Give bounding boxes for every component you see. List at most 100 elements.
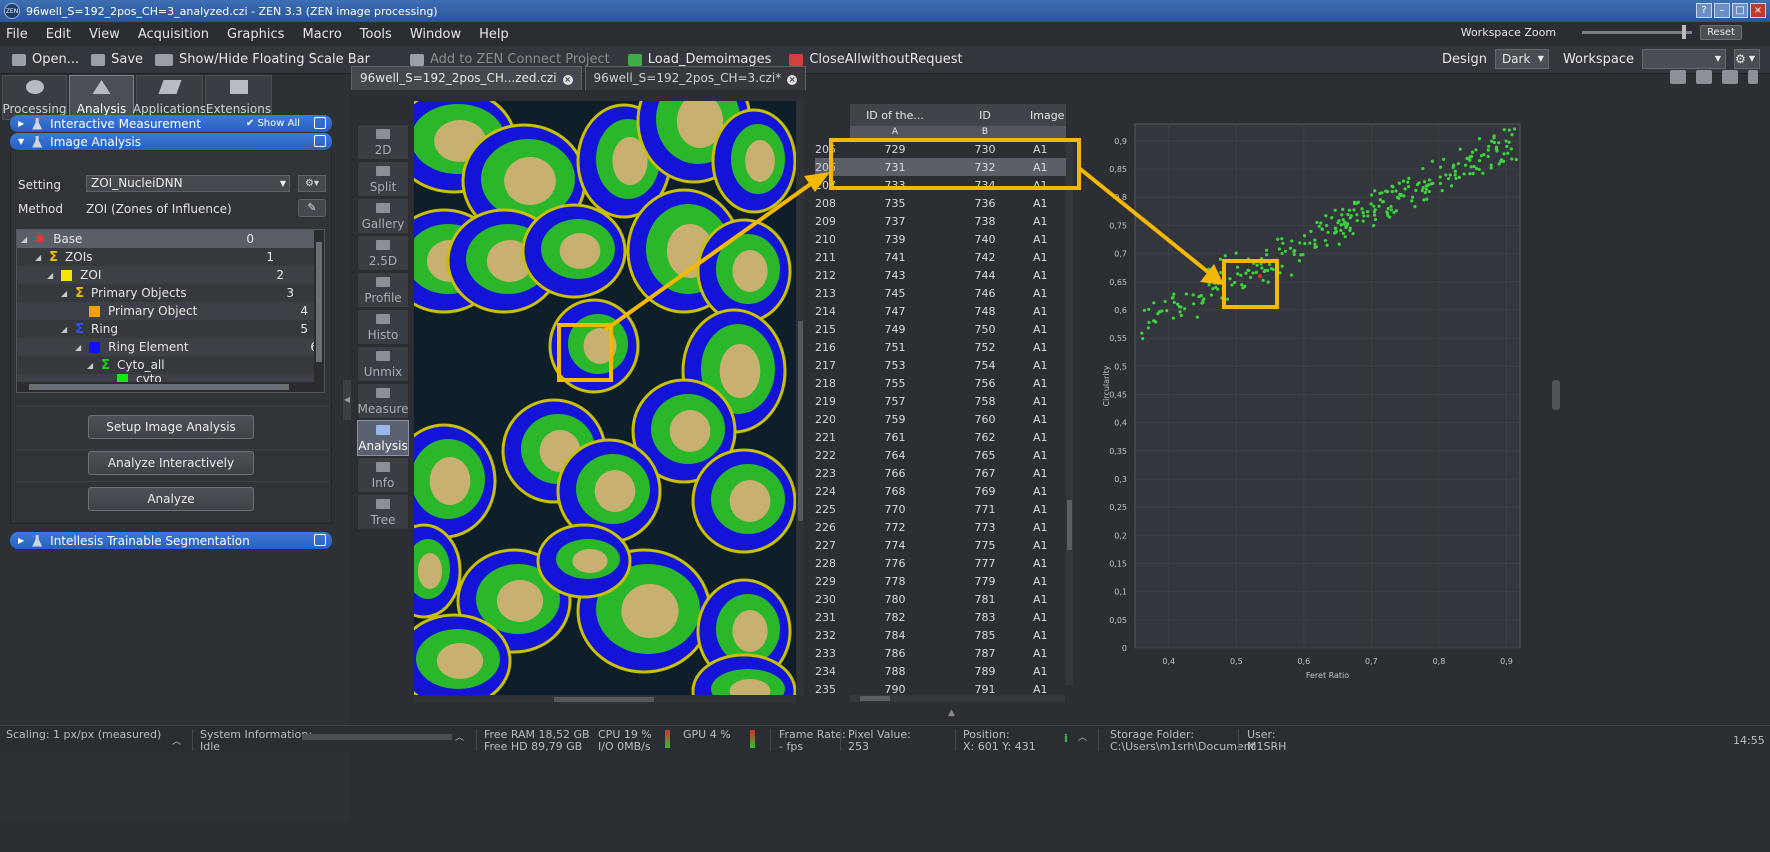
menu-acquisition[interactable]: Acquisition bbox=[138, 27, 209, 42]
setup-image-analysis-button[interactable]: Setup Image Analysis bbox=[88, 415, 254, 439]
table-row[interactable]: 231 782 783 A1 bbox=[815, 608, 1066, 626]
table-row[interactable]: 207 733 734 A1 bbox=[815, 176, 1066, 194]
doc-tab-original[interactable]: 96well_S=192_2pos_CH=3.czi* × bbox=[584, 66, 807, 90]
tree-vertical-scrollbar[interactable] bbox=[314, 230, 324, 392]
table-row[interactable]: 229 778 779 A1 bbox=[815, 572, 1066, 590]
setting-gear-icon[interactable]: ⚙▾ bbox=[298, 175, 326, 192]
table-row[interactable]: 227 774 775 A1 bbox=[815, 536, 1066, 554]
menu-help[interactable]: Help bbox=[479, 27, 509, 42]
menu-macro[interactable]: Macro bbox=[302, 27, 341, 42]
table-row[interactable]: 226 772 773 A1 bbox=[815, 518, 1066, 536]
doc-gear-icon[interactable] bbox=[1722, 70, 1738, 84]
analyze-interactively-button[interactable]: Analyze Interactively bbox=[88, 451, 254, 475]
col-header-id[interactable]: ID bbox=[940, 109, 1030, 122]
tree-row-cyto-all[interactable]: ◢ Σ Cyto_all bbox=[17, 356, 314, 374]
table-row[interactable]: 223 766 767 A1 bbox=[815, 464, 1066, 482]
save-button[interactable]: Save bbox=[91, 52, 143, 67]
help-icon[interactable]: ? bbox=[1696, 3, 1712, 18]
table-row[interactable]: 218 755 756 A1 bbox=[815, 374, 1066, 392]
view-split-button[interactable]: Split bbox=[357, 161, 409, 197]
load-demo-button[interactable]: Load_Demoimages bbox=[627, 52, 771, 67]
table-row[interactable]: 210 739 740 A1 bbox=[815, 230, 1066, 248]
table-row[interactable]: 213 745 746 A1 bbox=[815, 284, 1066, 302]
close-button[interactable]: × bbox=[1750, 3, 1766, 18]
open-button[interactable]: Open... bbox=[12, 52, 79, 67]
table-row[interactable]: 222 764 765 A1 bbox=[815, 446, 1066, 464]
table-row[interactable]: 209 737 738 A1 bbox=[815, 212, 1066, 230]
table-row[interactable]: 206 731 732 A1 bbox=[815, 158, 1066, 176]
table-row[interactable]: 221 761 762 A1 bbox=[815, 428, 1066, 446]
right-panel-handle[interactable] bbox=[1552, 380, 1560, 410]
expand-up-icon[interactable]: ︿ bbox=[1078, 732, 1087, 745]
maximize-button[interactable]: □ bbox=[1732, 3, 1748, 18]
view-tree-button[interactable]: Tree bbox=[357, 494, 409, 530]
table-row[interactable]: 219 757 758 A1 bbox=[815, 392, 1066, 410]
grid-view-icon[interactable] bbox=[1670, 70, 1686, 84]
view-2d-button[interactable]: 2D bbox=[357, 124, 409, 160]
tree-row-primary-objects[interactable]: ◢ Σ Primary Objects 3 bbox=[17, 284, 314, 302]
scatter-plot[interactable]: 0,4 0,5 0,6 0,7 0,8 0,9 0 0,05 0,1 0,15 0,2 0,25 0,3… bbox=[1095, 104, 1535, 694]
table-row[interactable]: 211 741 742 A1 bbox=[815, 248, 1066, 266]
table-row[interactable]: 234 788 789 A1 bbox=[815, 662, 1066, 680]
view-analysis-button[interactable]: Analysis bbox=[357, 420, 409, 456]
minimize-button[interactable]: – bbox=[1714, 3, 1730, 18]
table-horizontal-scrollbar[interactable] bbox=[850, 695, 1065, 702]
table-row[interactable]: 228 776 777 A1 bbox=[815, 554, 1066, 572]
side-by-side-icon[interactable] bbox=[1696, 70, 1712, 84]
tree-row-zoi[interactable]: ◢ ZOI 2 bbox=[17, 266, 314, 284]
tree-row-ring-element[interactable]: ◢Ring Element6 bbox=[17, 338, 318, 356]
table-row[interactable]: 220 759 760 A1 bbox=[815, 410, 1066, 428]
expand-up-icon[interactable]: ︿ bbox=[172, 736, 181, 749]
show-all-toggle[interactable]: ✔ Show All bbox=[246, 118, 300, 129]
table-row[interactable]: 225 770 771 A1 bbox=[815, 500, 1066, 518]
table-row[interactable]: 208 735 736 A1 bbox=[815, 194, 1066, 212]
tab-extensions[interactable]: Extensions bbox=[205, 75, 272, 120]
view-unmix-button[interactable]: Unmix bbox=[357, 346, 409, 382]
panel-splitter-handle[interactable]: ◀ bbox=[343, 380, 351, 420]
popout-icon[interactable] bbox=[314, 117, 326, 129]
image-horizontal-scrollbar[interactable] bbox=[414, 696, 796, 703]
image-vertical-scrollbar[interactable] bbox=[797, 101, 804, 695]
menu-graphics[interactable]: Graphics bbox=[227, 27, 284, 42]
workspace-zoom-slider[interactable] bbox=[1582, 25, 1693, 39]
scale-bar-button[interactable]: Show/Hide Floating Scale Bar bbox=[155, 52, 370, 67]
menu-window[interactable]: Window bbox=[410, 27, 461, 42]
segmented-cells-image[interactable] bbox=[414, 101, 796, 695]
view-profile-button[interactable]: Profile bbox=[357, 272, 409, 308]
menu-view[interactable]: View bbox=[89, 27, 120, 42]
table-row[interactable]: 233 786 787 A1 bbox=[815, 644, 1066, 662]
panel-collapse-arrow-icon[interactable]: ▲ bbox=[948, 708, 955, 718]
image-viewer[interactable] bbox=[414, 101, 796, 695]
tree-row-base[interactable]: ◢ ✱ Base 0 bbox=[17, 230, 314, 248]
table-vertical-scrollbar[interactable] bbox=[1066, 140, 1073, 685]
zen-connect-button[interactable]: Add to ZEN Connect Project bbox=[409, 52, 610, 67]
close-tab-icon[interactable]: × bbox=[562, 75, 573, 85]
view-25d-button[interactable]: 2.5D bbox=[357, 235, 409, 271]
tab-applications[interactable]: Applications bbox=[133, 75, 206, 120]
close-all-button[interactable]: CloseAllwithoutRequest bbox=[789, 52, 963, 67]
table-row[interactable]: 205 729 730 A1 bbox=[815, 140, 1066, 158]
reset-zoom-button[interactable]: Reset bbox=[1700, 25, 1742, 40]
expand-up-icon[interactable]: ︿ bbox=[455, 732, 464, 745]
table-row[interactable]: 214 747 748 A1 bbox=[815, 302, 1066, 320]
col-header-id-of-parent[interactable]: ID of the... bbox=[850, 109, 940, 122]
view-measure-button[interactable]: Measure bbox=[357, 383, 409, 419]
popout-icon[interactable] bbox=[314, 135, 326, 147]
tab-analysis[interactable]: Analysis bbox=[69, 75, 134, 120]
view-info-button[interactable]: Info bbox=[357, 457, 409, 493]
interactive-measurement-header[interactable]: ▶ Interactive Measurement ✔ Show All bbox=[10, 115, 332, 132]
table-row[interactable]: 216 751 752 A1 bbox=[815, 338, 1066, 356]
col-header-image-scene[interactable]: Image S bbox=[1030, 109, 1066, 122]
close-tab-icon[interactable]: × bbox=[787, 75, 798, 85]
image-analysis-header[interactable]: ▼ Image Analysis bbox=[10, 133, 332, 150]
intellesis-header[interactable]: ▶ Intellesis Trainable Segmentation bbox=[10, 532, 332, 549]
tree-row-zois[interactable]: ◢ Σ ZOIs 1 bbox=[17, 248, 314, 266]
analyze-button[interactable]: Analyze bbox=[88, 487, 254, 511]
info-icon[interactable]: i bbox=[1064, 732, 1068, 745]
tree-horizontal-scrollbar[interactable] bbox=[17, 382, 324, 392]
tab-processing[interactable]: Processing bbox=[2, 75, 67, 120]
table-row[interactable]: 224 768 769 A1 bbox=[815, 482, 1066, 500]
view-gallery-button[interactable]: Gallery bbox=[357, 198, 409, 234]
menu-edit[interactable]: Edit bbox=[46, 27, 71, 42]
doc-menu-arrow-icon[interactable] bbox=[1748, 70, 1758, 84]
